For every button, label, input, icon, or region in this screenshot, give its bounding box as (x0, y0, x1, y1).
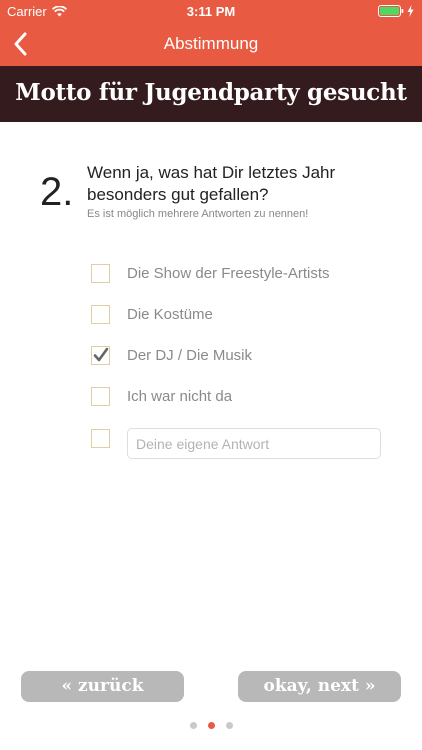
charging-bolt-icon (407, 5, 414, 17)
option-label: Die Show der Freestyle-Artists (127, 265, 330, 282)
option-dj-music[interactable]: Der DJ / Die Musik (91, 346, 252, 365)
page-dot (225, 722, 233, 729)
page-dot-active (207, 722, 215, 729)
page-dot (189, 722, 197, 729)
page-indicator (0, 722, 422, 729)
custom-answer-input[interactable] (127, 428, 381, 459)
checkbox[interactable] (91, 305, 110, 324)
option-not-attended[interactable]: Ich war nicht da (91, 387, 232, 406)
next-button[interactable]: okay, next » (238, 671, 401, 702)
checkmark-icon (93, 347, 109, 362)
question-hint: Es ist möglich mehrere Antworten zu nenn… (87, 208, 309, 220)
option-label: Ich war nicht da (127, 388, 233, 405)
checkbox[interactable] (91, 264, 110, 283)
nav-title: Abstimmung (163, 34, 259, 53)
checkbox[interactable] (91, 429, 110, 448)
question-title: Wenn ja, was hat Dir letztes Jahr besond… (87, 163, 336, 204)
option-freestyle-show[interactable]: Die Show der Freestyle-Artists (91, 264, 330, 283)
option-label: Die Kostüme (127, 306, 213, 323)
question-number: 2. (40, 170, 74, 214)
battery-icon (378, 5, 404, 17)
checkbox[interactable] (91, 387, 110, 406)
checkbox-checked[interactable] (91, 346, 110, 365)
status-time: 3:11 PM (186, 4, 236, 19)
option-custom-answer[interactable] (91, 429, 110, 448)
option-label: Der DJ / Die Musik (127, 347, 253, 364)
status-right (378, 5, 414, 17)
poll-title: Motto für Jugendparty gesucht (15, 79, 407, 106)
back-button-bottom[interactable]: « zurück (21, 671, 184, 702)
navigation-bar: Abstimmung (0, 22, 422, 66)
status-bar: Carrier 3:11 PM (0, 0, 422, 22)
option-costumes[interactable]: Die Kostüme (91, 305, 213, 324)
poll-banner: Motto für Jugendparty gesucht (0, 66, 422, 122)
